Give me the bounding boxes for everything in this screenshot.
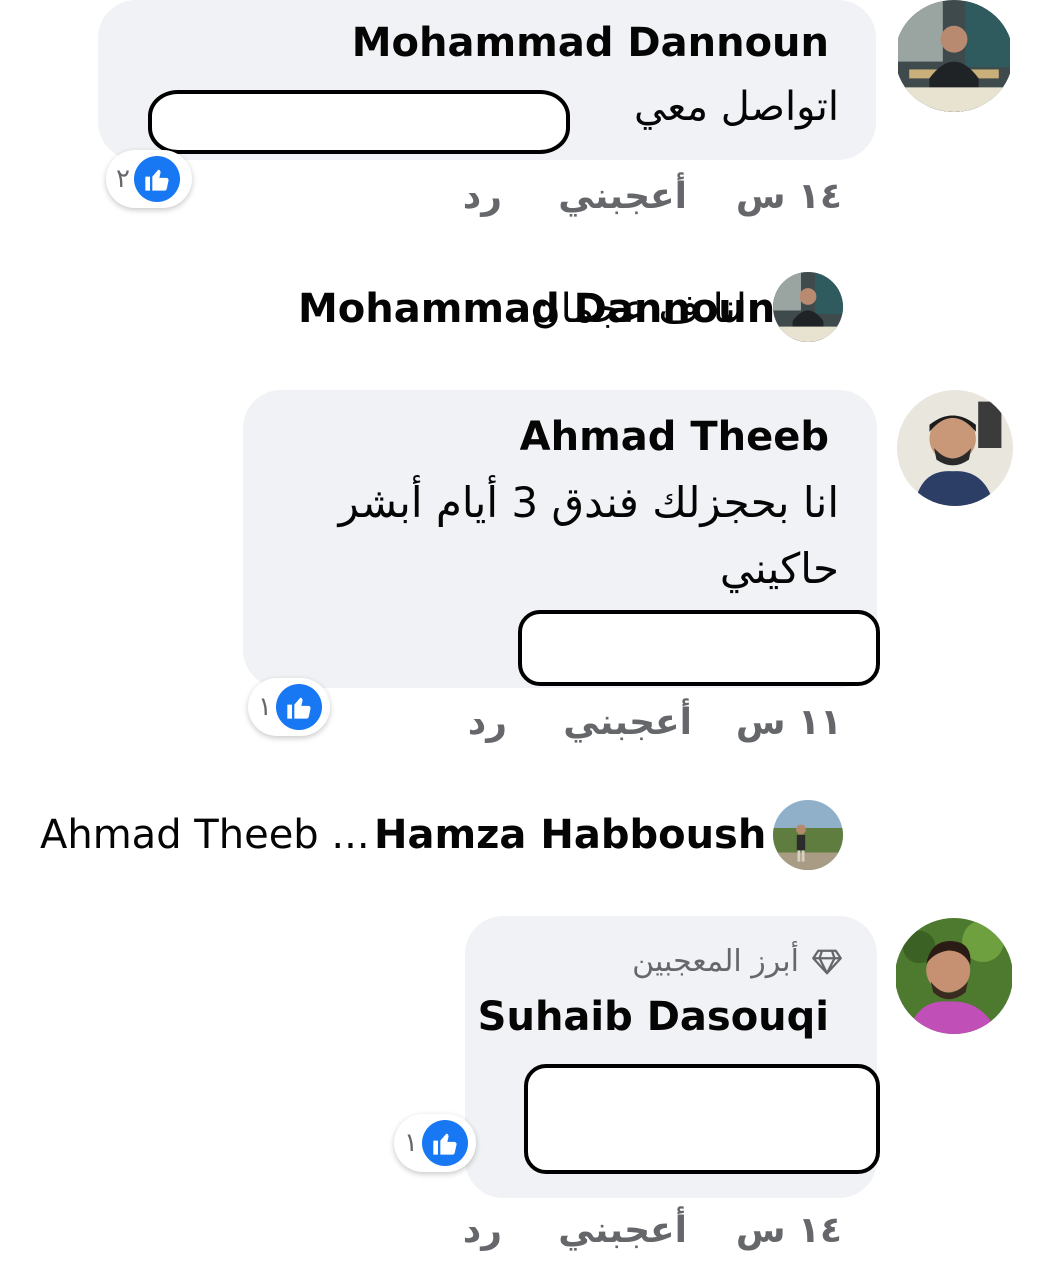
- reaction-summary[interactable]: ٢: [106, 150, 192, 208]
- avatar[interactable]: [897, 390, 1013, 506]
- man-in-studio-avatar-icon: [773, 272, 843, 342]
- reaction-summary[interactable]: ١: [248, 678, 330, 736]
- reply-author[interactable]: Hamza Habboush: [374, 812, 766, 858]
- smiling-man-avatar-icon: [896, 918, 1012, 1034]
- reply-text: Ahmad Theeb ...: [40, 812, 370, 858]
- like-link[interactable]: أعجبني: [558, 1210, 687, 1251]
- reaction-count: ٢: [116, 164, 130, 194]
- avatar[interactable]: [773, 800, 843, 870]
- reaction-summary[interactable]: ١: [394, 1114, 476, 1172]
- diamond-icon: [812, 948, 842, 976]
- comment-text: اتواصل معي: [633, 84, 839, 130]
- comment-text-line1: انا بحجزلك فندق 3 أيام أبشر: [338, 478, 839, 527]
- avatar[interactable]: [895, 0, 1013, 112]
- like-icon: [133, 156, 180, 202]
- comment-author[interactable]: Mohammad Dannoun: [352, 20, 829, 66]
- comment-time[interactable]: ١٤ س: [736, 1210, 842, 1251]
- reply-link[interactable]: رد: [468, 702, 507, 743]
- comment-text-line2: حاكيني: [719, 544, 839, 593]
- reaction-count: ١: [258, 692, 272, 722]
- redacted-block: [524, 1064, 880, 1174]
- avatar[interactable]: [773, 272, 843, 342]
- redacted-block: [518, 610, 880, 686]
- man-in-park-avatar-icon: [773, 800, 843, 870]
- reply-author-row[interactable]: Hamza Habboush: [374, 812, 766, 858]
- like-icon: [275, 684, 322, 730]
- top-fan-badge: أبرز المعجبين: [632, 944, 799, 979]
- like-icon: [421, 1120, 468, 1166]
- reply-author[interactable]: Mohammad Dannoun: [298, 286, 775, 332]
- reaction-count: ١: [404, 1128, 418, 1158]
- reply-collapsed[interactable]: Ahmad Theeb ...: [40, 812, 370, 858]
- man-in-studio-avatar-icon: [898, 0, 1010, 112]
- redacted-block: [148, 90, 570, 154]
- like-link[interactable]: أعجبني: [563, 702, 692, 743]
- reply-link[interactable]: رد: [463, 176, 502, 217]
- like-link[interactable]: أعجبني: [558, 176, 687, 217]
- badge-label: أبرز المعجبين: [632, 944, 799, 979]
- reply-link[interactable]: رد: [463, 1210, 502, 1251]
- reply-author-row[interactable]: Mohammad Dannoun: [298, 286, 775, 332]
- comment-time[interactable]: ١٤ س: [736, 176, 842, 217]
- young-man-avatar-icon: [897, 390, 1013, 506]
- comment-time[interactable]: ١١ س: [736, 702, 842, 743]
- comment-author[interactable]: Ahmad Theeb: [520, 414, 829, 460]
- avatar[interactable]: [895, 918, 1013, 1034]
- comment-author[interactable]: Suhaib Dasouqi: [478, 994, 829, 1040]
